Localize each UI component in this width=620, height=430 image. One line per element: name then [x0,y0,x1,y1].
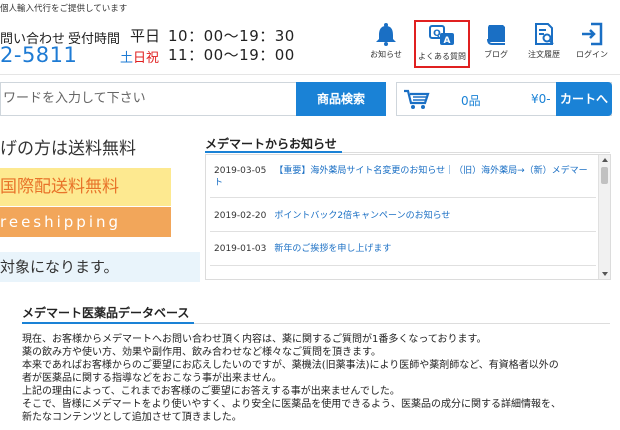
search-button[interactable]: 商品検索 [296,82,386,116]
banner-freeshipping-strip: reeshipping [0,207,171,237]
database-title-accent [22,322,194,324]
news-headline-continued: ト [214,178,224,188]
cart-total: ¥0- [531,92,551,106]
news-item[interactable]: 2019-01-03 新年のご挨拶を申し上げます [214,243,594,255]
holiday-hours: 11：00〜19：00 [168,46,295,64]
order-history-icon [535,23,554,45]
database-paragraph: 薬の飲み方や使い方、効果や副作用、飲み合わせなど様々なご質問を頂きます。 [22,347,381,358]
banner-international-shipping: 国際配送料無料 [0,168,171,206]
database-section-title: メデマート医薬品データベース [22,306,190,320]
scrollbar-thumb[interactable] [601,167,608,184]
nav-faq-label: よくある質問 [418,52,466,61]
news-item[interactable]: 2019-03-05 【重要】海外薬局サイト名変更のお知らせ｜（旧）海外薬局→（新… [214,165,594,189]
weekday-label: 平日 [130,27,161,45]
news-separator [210,231,596,232]
news-list[interactable]: 2019-03-05 【重要】海外薬局サイト名変更のお知らせ｜（旧）海外薬局→（新… [205,154,611,280]
news-headline: 新年のご挨拶を申し上げます [274,244,392,254]
login-icon [582,22,603,46]
banner-free-shipping-text: げの方は送料無料 [0,139,136,159]
database-paragraph: そこで、皆様にメデマートをより使いやすく、より安全に医薬品を使用できるよう、医薬… [22,399,561,410]
nav-news[interactable]: お知らせ [360,22,412,66]
holiday-label: 土日祝 [120,47,159,66]
scroll-up-arrow-icon[interactable] [602,158,608,162]
news-headline: 【重要】海外薬局サイト名変更のお知らせ｜（旧）海外薬局→（新）メデマー [274,166,588,176]
database-paragraph: 新たなコンテンツとして追加させて頂きました。 [22,412,242,423]
sunday-holiday-label: 日祝 [133,51,160,66]
nav-blog[interactable]: ブログ [470,22,522,66]
banner-eligible-text: 対象になります。 [0,252,200,282]
nav-login-label: ログイン [576,50,608,59]
news-separator [210,265,596,266]
news-date: 2019-02-20 [214,211,267,221]
news-date: 2019-03-05 [214,166,267,176]
database-paragraph: 上記の理由によって、これまでお客様のご要望にお答えする事が出来ませんでした。 [22,386,400,397]
header-tagline: 個人輸入代行をご提供しています [0,4,128,14]
nav-login[interactable]: ログイン [566,22,618,66]
go-to-cart-button[interactable]: カートへ [556,82,612,116]
database-paragraph: 本来であればお客様からのご要望にお応えしたいのですが、薬機法(旧薬事法)により医… [22,360,559,371]
news-separator [210,197,596,198]
news-section-title: メデマートからお知らせ [205,137,337,151]
news-item[interactable]: 2019-02-20 ポイントバック2倍キャンペーンのお知らせ [214,210,594,222]
database-paragraph: 者が医薬品に関する指導などをおこなう事が出来ません。 [22,373,282,384]
database-paragraph: 現在、お客様からメデマートへお問い合わせ頂く内容は、薬に関するご質問が1番多くな… [22,334,487,345]
search-input[interactable]: ワードを入力して下さい [0,82,296,116]
phone-number[interactable]: 2-5811 [0,43,77,67]
news-title-accent [205,151,342,153]
nav-faq[interactable]: Q A よくある質問 [414,20,470,68]
cart-icon [404,89,430,109]
news-date: 2019-01-03 [214,244,267,254]
book-icon [487,25,505,45]
faq-icon: Q A [429,25,454,46]
scroll-down-arrow-icon[interactable] [602,272,608,276]
svg-text:Q: Q [433,29,441,39]
news-headline: ポイントバック2倍キャンペーンのお知らせ [274,211,451,221]
header-divider [0,74,620,75]
nav-order-history-label: 注文履歴 [528,50,560,59]
saturday-label: 土 [120,51,134,66]
nav-news-label: お知らせ [370,50,402,59]
nav-blog-label: ブログ [484,50,508,59]
cart-item-count: 0品 [461,94,481,108]
bell-icon [376,23,396,46]
news-scrollbar[interactable] [598,155,610,279]
svg-text:A: A [444,36,451,46]
weekday-hours: 10：00〜19：30 [168,27,295,45]
nav-order-history[interactable]: 注文履歴 [518,22,570,66]
